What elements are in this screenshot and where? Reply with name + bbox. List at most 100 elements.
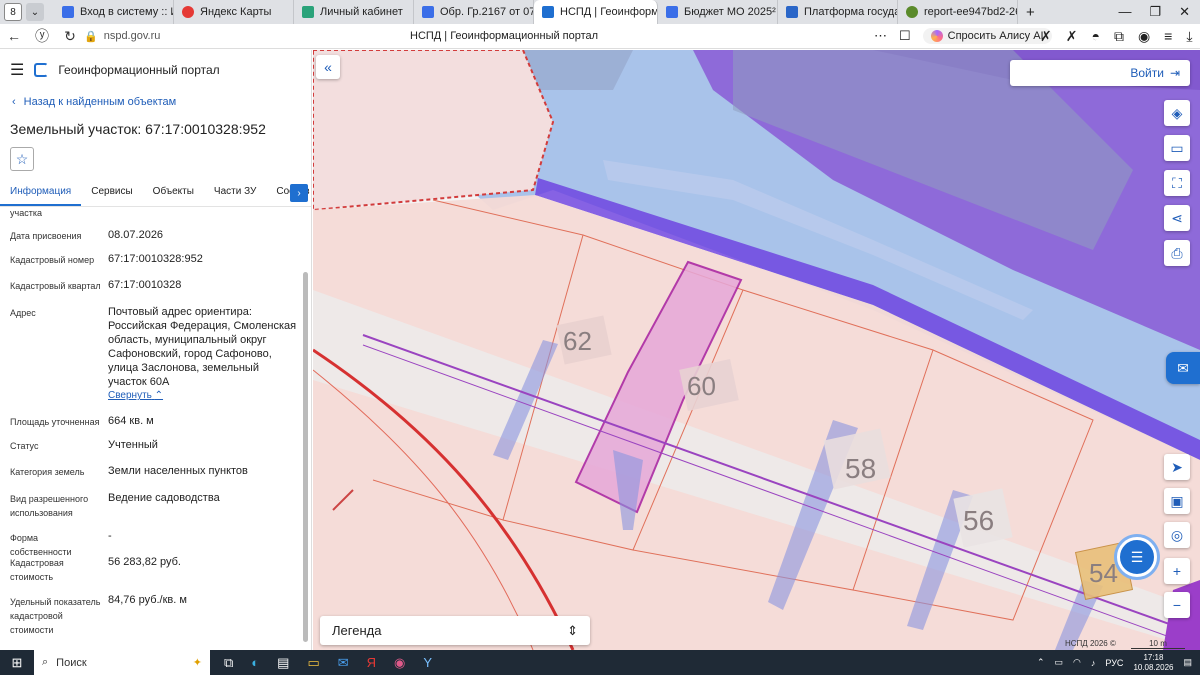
extensions-bar: ✗ ✗ ◓ ⧉ ◉ ≡ ⤓ [1040, 28, 1193, 45]
tab-count-button[interactable]: 8 [4, 3, 22, 21]
measure-button[interactable]: ▭ [1164, 135, 1190, 161]
url-field[interactable]: nspd.gov.ru [104, 30, 404, 42]
print-icon: ⎙ [1171, 244, 1183, 261]
chat-support-button[interactable]: ✉ [1166, 352, 1200, 384]
alice-icon [930, 30, 943, 42]
notifications-icon[interactable]: ▤ [1183, 657, 1192, 668]
yandex-app-icon[interactable]: Я [367, 655, 376, 671]
restore-icon[interactable]: ❐ [1149, 4, 1161, 20]
tabs-next-button[interactable]: › [290, 184, 308, 202]
panel-header: ☰ Геоинформационный портал [10, 60, 220, 80]
app-icon[interactable]: ◉ [394, 655, 405, 671]
browser-tab[interactable]: Бюджет МО 2025² 24.2 [658, 0, 778, 24]
panel-scrollbar[interactable] [303, 272, 308, 642]
close-window-icon[interactable]: ✕ [1179, 4, 1190, 20]
download-icon[interactable]: ⤓ [1186, 28, 1192, 45]
map-view[interactable]: 62 60 58 56 54 « Войти ⇥ ◈ ▭ ⛶ ⋖ ⎙ ✉ ➤ ▣ … [313, 50, 1200, 650]
browser-tab[interactable]: Платформа государств [778, 0, 898, 24]
tab-objects[interactable]: Объекты [143, 182, 204, 206]
map-canvas: 62 60 58 56 54 [313, 50, 1200, 650]
zoom-out-button[interactable]: − [1164, 592, 1190, 618]
minimize-icon[interactable]: — [1118, 4, 1131, 20]
field-label: Кадастровый номер [10, 255, 95, 265]
nspd-logo-icon [542, 6, 554, 18]
object-title: Земельный участок: 67:17:0010328:952 [10, 121, 266, 137]
share-button[interactable]: ⋖ [1164, 205, 1190, 231]
field-value-area: 664 кв. м [108, 415, 154, 427]
browser-tab[interactable]: report-ee947bd2-2664-4 [898, 0, 1018, 24]
favorite-star-button[interactable]: ☆ [10, 147, 34, 171]
tab-land-parts[interactable]: Части ЗУ [204, 182, 266, 206]
tab-favicon-icon [302, 6, 314, 18]
portal-title: Геоинформационный портал [58, 63, 220, 77]
taskbar-search[interactable]: ⌕ Поиск ✦ [34, 650, 210, 675]
house-number-label: 56 [963, 505, 994, 536]
extension-icon[interactable]: ✗ [1040, 28, 1052, 45]
browser-tab[interactable]: Обр. Гр.2167 от 07.08.20 [414, 0, 534, 24]
search-icon: ⌕ [42, 656, 49, 668]
collapse-link[interactable]: Свернуть ⌃ [108, 390, 163, 401]
tab-information[interactable]: Информация [0, 182, 82, 206]
house-number-label: 54 [1089, 558, 1118, 588]
windows-taskbar: ⊞ ⌕ Поиск ✦ ⧉ ◐ ▤ ▭ ✉ Я ◉ Y ⌃ ▭ ◠ ♪ РУС … [0, 650, 1200, 675]
field-label: Площадь уточненная [10, 417, 100, 427]
reload-icon[interactable]: ↻ [56, 28, 84, 45]
map-pin-icon [182, 6, 194, 18]
portal-logo-icon [34, 63, 49, 77]
back-to-results-link[interactable]: ‹ Назад к найденным объектам [12, 96, 176, 108]
file-explorer-icon[interactable]: ▭ [307, 655, 319, 671]
layers-button[interactable]: ◈ [1164, 100, 1190, 126]
field-label: Кадастровый квартал [10, 281, 101, 291]
browser-tab-active[interactable]: НСПД | Геоинформа✕ [534, 0, 658, 24]
chevron-left-icon: ‹ [12, 96, 16, 108]
collapse-panel-button[interactable]: « [316, 55, 340, 79]
edge-icon[interactable]: ◐ [251, 655, 259, 671]
field-label: Форма собственности [10, 533, 72, 557]
network-icon[interactable]: ▭ [1055, 657, 1064, 668]
extension-icon[interactable]: ⧉ [1114, 28, 1124, 45]
bookmark-icon[interactable]: ☐ [899, 28, 911, 44]
tab-favicon-icon [666, 6, 678, 18]
browser-tab[interactable]: Яндекс Карты [174, 0, 294, 24]
location-pin-icon: ◎ [1170, 526, 1184, 543]
task-view-icon[interactable]: ⧉ [224, 655, 233, 671]
select-area-button[interactable]: ⛶ [1164, 170, 1190, 196]
back-arrow-icon[interactable]: ← [0, 28, 28, 44]
hamburger-menu-icon[interactable]: ☰ [10, 60, 24, 80]
legend-dropdown[interactable]: Легенда ⇕ [320, 616, 590, 645]
field-value-land-category: Земли населенных пунктов [108, 465, 248, 477]
store-icon[interactable]: ▤ [277, 655, 289, 671]
login-icon: ⇥ [1169, 66, 1180, 80]
browser-tab[interactable]: Вход в систему :: Имущ [54, 0, 174, 24]
browser-tab[interactable]: Личный кабинет [294, 0, 414, 24]
volume-icon[interactable]: ♪ [1091, 658, 1096, 668]
minimap-button[interactable]: ▣ [1164, 488, 1190, 514]
expand-collapse-icon: ⇕ [567, 622, 578, 638]
clock[interactable]: 17:18 10.08.2026 [1133, 653, 1173, 673]
language-indicator[interactable]: РУС [1105, 658, 1123, 668]
tab-menu-icon[interactable]: ⌄ [26, 3, 44, 21]
extension-icon[interactable]: ◉ [1138, 28, 1150, 45]
print-button[interactable]: ⎙ [1164, 240, 1190, 266]
tray-expand-icon[interactable]: ⌃ [1037, 657, 1045, 668]
more-icon[interactable]: ⋯ [874, 28, 887, 44]
yandex-icon[interactable]: ⓨ [28, 26, 56, 46]
page-title: НСПД | Геоинформационный портал [410, 30, 599, 42]
menu-icon[interactable]: ≡ [1164, 28, 1172, 45]
new-tab-icon[interactable]: + [1026, 4, 1035, 21]
wifi-icon[interactable]: ◠ [1073, 657, 1081, 668]
locate-button[interactable]: ➤ [1164, 454, 1190, 480]
geolocation-button[interactable]: ◎ [1164, 522, 1190, 548]
zoom-in-button[interactable]: + [1164, 558, 1190, 584]
yandex-browser-icon[interactable]: Y [423, 655, 432, 671]
tab-services[interactable]: Сервисы [81, 182, 142, 206]
windows-start-icon[interactable]: ⊞ [0, 655, 34, 671]
login-button[interactable]: Войти ⇥ [1010, 60, 1190, 86]
house-number-label: 58 [845, 453, 876, 484]
assistant-button[interactable]: ☰ [1117, 537, 1157, 577]
alice-button[interactable]: Спросить Алису AI [922, 28, 1052, 44]
mail-icon[interactable]: ✉ [338, 655, 349, 671]
extension-icon[interactable]: ◓ [1091, 28, 1099, 45]
field-value-permitted-use: Ведение садоводства [108, 492, 220, 504]
extension-icon[interactable]: ✗ [1066, 28, 1078, 45]
